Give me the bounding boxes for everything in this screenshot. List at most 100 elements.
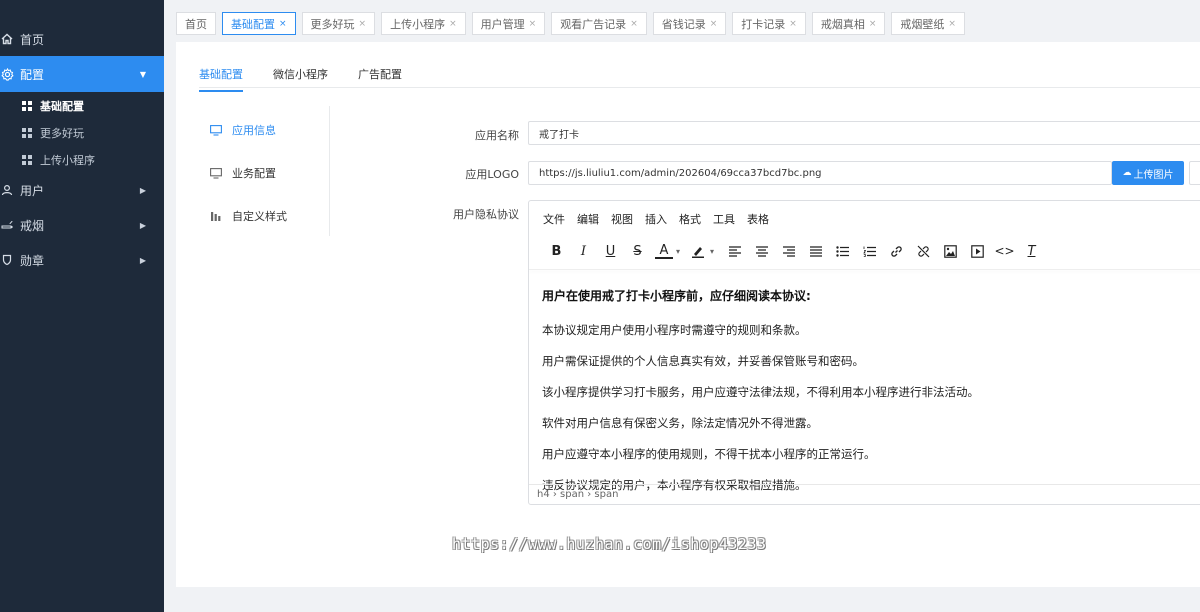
tab-label: 首页	[185, 17, 207, 31]
home-icon	[0, 32, 14, 46]
sidebar-item-label: 用户	[20, 183, 45, 198]
text-color-icon[interactable]: A	[655, 243, 673, 259]
sidebar: 首页 配置 ▼ 基础配置 更多好玩 上传小程序 用户 ▶ 戒烟 ▶ 勋章 ▶	[0, 0, 164, 612]
tab-more-fun[interactable]: 更多好玩 ×	[301, 12, 376, 35]
tab-label: 观看广告记录	[560, 17, 627, 31]
editor-menu-format[interactable]: 格式	[679, 211, 701, 227]
editor-content[interactable]: 用户在使用戒了打卡小程序前，应仔细阅读本协议: 本协议规定用户使用小程序时需遵守…	[542, 287, 1197, 508]
section-item-label: 应用信息	[232, 124, 276, 137]
caret-right-icon: ▶	[139, 255, 146, 265]
close-icon[interactable]: ×	[789, 19, 797, 29]
strikethrough-icon[interactable]: S	[624, 241, 651, 261]
underline-icon[interactable]: U	[597, 241, 624, 261]
highlight-color-icon[interactable]	[689, 241, 707, 261]
sidebar-subitem-basic-config[interactable]: 基础配置	[0, 92, 164, 119]
tab-upload-miniprogram[interactable]: 上传小程序 ×	[381, 12, 466, 35]
sidebar-item-config[interactable]: 配置 ▼	[0, 56, 164, 92]
editor-paragraph: 该小程序提供学习打卡服务，用户应遵守法律法规，不得利用本小程序进行非法活动。	[542, 385, 979, 399]
section-item-label: 自定义样式	[232, 210, 287, 223]
editor-paragraph: 用户需保证提供的个人信息真实有效，并妥善保管账号和密码。	[542, 354, 864, 368]
bar-chart-icon	[210, 210, 222, 222]
editor-toolbar: B I U S A ▾ ▾ <> T	[543, 241, 1045, 261]
editor-menu-insert[interactable]: 插入	[645, 211, 667, 227]
tab-home[interactable]: 首页	[176, 12, 216, 35]
tab-label: 戒烟壁纸	[900, 17, 945, 31]
sidebar-item-medal[interactable]: 勋章 ▶	[0, 242, 164, 278]
bold-icon[interactable]: B	[543, 241, 570, 261]
section-item-label: 业务配置	[232, 167, 276, 180]
app-name-label: 应用名称	[475, 129, 519, 142]
tab-user-management[interactable]: 用户管理 ×	[471, 12, 546, 35]
sidebar-item-label: 首页	[20, 32, 45, 47]
grid-icon	[22, 100, 32, 111]
section-item-custom-style[interactable]: 自定义样式	[210, 208, 287, 224]
close-icon[interactable]: ×	[279, 19, 287, 29]
section-item-app-info[interactable]: 应用信息	[210, 122, 276, 138]
editor-menu-table[interactable]: 表格	[747, 211, 769, 227]
source-code-icon[interactable]: <>	[991, 241, 1018, 261]
upload-image-label: 上传图片	[1133, 169, 1174, 181]
close-icon[interactable]: ×	[869, 19, 877, 29]
sidebar-subitem-label: 上传小程序	[40, 153, 95, 167]
align-center-icon[interactable]	[748, 241, 775, 261]
tabs-divider	[199, 87, 1200, 88]
user-icon	[0, 183, 14, 197]
app-name-input[interactable]: 戒了打卡	[528, 121, 1200, 145]
clear-format-icon[interactable]: T	[1018, 241, 1045, 261]
chevron-down-icon[interactable]: ▾	[707, 241, 717, 261]
tab-ad-config[interactable]: 广告配置	[358, 66, 402, 92]
tab-ad-view-records[interactable]: 观看广告记录 ×	[551, 12, 647, 35]
align-justify-icon[interactable]	[802, 241, 829, 261]
close-icon[interactable]: ×	[359, 19, 367, 29]
align-left-icon[interactable]	[721, 241, 748, 261]
editor-menu-edit[interactable]: 编辑	[577, 211, 599, 227]
close-icon[interactable]: ×	[630, 19, 638, 29]
tab-wechat-miniprogram[interactable]: 微信小程序	[273, 66, 328, 92]
tab-smoking-truth[interactable]: 戒烟真相 ×	[811, 12, 886, 35]
unlink-icon[interactable]	[910, 241, 937, 261]
tab-checkin-records[interactable]: 打卡记录 ×	[732, 12, 806, 35]
tab-label: 省钱记录	[661, 17, 706, 31]
editor-menu-tools[interactable]: 工具	[713, 211, 735, 227]
close-icon[interactable]: ×	[449, 19, 457, 29]
align-right-icon[interactable]	[775, 241, 802, 261]
brand-title	[0, 0, 164, 20]
medal-icon	[0, 253, 14, 267]
chevron-down-icon[interactable]: ▾	[673, 241, 683, 261]
sidebar-item-quit-smoking[interactable]: 戒烟 ▶	[0, 207, 164, 243]
tab-savings-records[interactable]: 省钱记录 ×	[652, 12, 727, 35]
cloud-upload-icon: ☁	[1122, 168, 1132, 178]
media-icon[interactable]	[964, 241, 991, 261]
tab-smoking-wallpaper[interactable]: 戒烟壁纸 ×	[891, 12, 965, 35]
italic-icon[interactable]: I	[570, 241, 597, 261]
watermark-text: https://www.huzhan.com/ishop43233	[452, 535, 767, 553]
close-icon[interactable]: ×	[948, 19, 956, 29]
image-icon[interactable]	[937, 241, 964, 261]
tab-label: 上传小程序	[390, 17, 446, 31]
sidebar-subitem-upload-miniprogram[interactable]: 上传小程序	[0, 146, 164, 173]
app-logo-input[interactable]: https://js.liuliu1.com/admin/202604/69cc…	[528, 161, 1112, 185]
numbered-list-icon[interactable]	[856, 241, 883, 261]
rich-text-editor[interactable]: 文件 编辑 视图 插入 格式 工具 表格 B I U S A ▾ ▾ <> T …	[528, 200, 1200, 505]
sidebar-item-label: 配置	[20, 67, 45, 82]
editor-menu-view[interactable]: 视图	[611, 211, 633, 227]
sidebar-item-home[interactable]: 首页	[0, 21, 164, 57]
close-icon[interactable]: ×	[529, 19, 537, 29]
section-item-business-config[interactable]: 业务配置	[210, 165, 276, 181]
bullet-list-icon[interactable]	[829, 241, 856, 261]
sidebar-item-user[interactable]: 用户 ▶	[0, 172, 164, 208]
close-icon[interactable]: ×	[710, 19, 718, 29]
upload-image-button[interactable]: ☁ 上传图片	[1112, 161, 1184, 185]
caret-right-icon: ▶	[139, 220, 146, 230]
logo-preview-button[interactable]	[1189, 161, 1200, 185]
grid-icon	[22, 154, 32, 165]
privacy-label: 用户隐私协议	[453, 208, 519, 221]
sidebar-subitem-label: 基础配置	[40, 99, 84, 113]
sidebar-item-label: 勋章	[20, 253, 45, 268]
editor-menu-file[interactable]: 文件	[543, 211, 565, 227]
sidebar-subitem-more-fun[interactable]: 更多好玩	[0, 119, 164, 146]
link-icon[interactable]	[883, 241, 910, 261]
tab-basic-config-inner[interactable]: 基础配置	[199, 66, 243, 92]
caret-right-icon: ▶	[139, 185, 146, 195]
tab-basic-config[interactable]: 基础配置 ×	[222, 12, 296, 35]
